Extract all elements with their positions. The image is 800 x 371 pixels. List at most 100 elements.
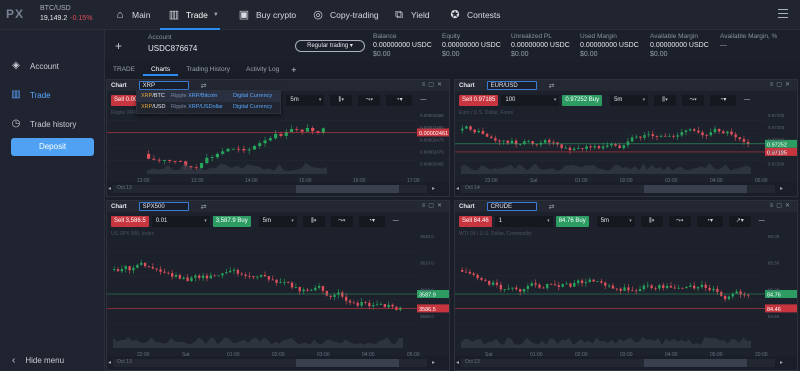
scroll-thumb[interactable]	[296, 185, 400, 193]
quantity-select[interactable]: 1	[494, 215, 553, 227]
deposit-button[interactable]: Deposit	[11, 138, 94, 156]
timeframe-select[interactable]: 5m	[286, 94, 325, 106]
scroll-right-icon[interactable]: ▸	[780, 185, 783, 192]
trading-mode-select[interactable]: Regular trading ▾	[295, 40, 365, 52]
maximize-icon[interactable]: ▢	[776, 82, 785, 88]
tab-trade[interactable]: TRADE	[105, 63, 143, 76]
swap-icon[interactable]: ⇄	[201, 203, 207, 211]
candle-type-icon[interactable]: ⫼▾	[640, 215, 663, 227]
scroll-right-icon[interactable]: ▸	[780, 359, 783, 366]
candle-type-icon[interactable]: ⫼▾	[302, 215, 325, 227]
sell-button[interactable]: Sell 84.46	[459, 215, 492, 227]
buy-button[interactable]: 0.97252 Buy	[562, 94, 603, 106]
hamburger-menu-icon[interactable]	[778, 9, 788, 19]
scroll-thumb[interactable]	[644, 359, 748, 367]
chart-scrollbar[interactable]: ◂ ▸ Oct 13	[107, 182, 449, 196]
add-account-button[interactable]: +	[115, 39, 122, 53]
maximize-icon[interactable]: ▢	[428, 82, 437, 88]
scroll-right-icon[interactable]: ▸	[432, 359, 435, 366]
sell-button[interactable]: Sell 3,586.5	[111, 215, 149, 227]
close-icon[interactable]: ✕	[785, 82, 793, 88]
dropdown-item-xrp-usd[interactable]: XRP/USD Ripple XRP/USDollar Digital Curr…	[137, 102, 280, 113]
minimize-icon[interactable]: —	[744, 97, 750, 103]
candle-type-icon[interactable]: ⫼▾	[330, 94, 353, 106]
timer-icon[interactable]: ◔▾	[386, 94, 413, 106]
swap-icon[interactable]: ⇄	[201, 82, 207, 90]
candle-body	[709, 132, 713, 136]
nav-buy-crypto[interactable]: ▣ Buy crypto	[238, 0, 296, 30]
scroll-right-icon[interactable]: ▸	[432, 185, 435, 192]
tab-trading-history[interactable]: Trading History	[178, 63, 238, 76]
sidebar-item-trade-history[interactable]: ◷ Trade history	[10, 118, 77, 130]
timeframe-select[interactable]: 5m	[610, 94, 649, 106]
timeframe-select[interactable]: 5m	[596, 215, 635, 227]
close-icon[interactable]: ✕	[437, 82, 445, 88]
sidebar-item-trade[interactable]: ▥ Trade	[10, 89, 50, 101]
swap-icon[interactable]: ⇄	[549, 203, 555, 211]
timer-icon[interactable]: ◔▾	[696, 215, 723, 227]
account-id[interactable]: USDC876674	[148, 44, 197, 53]
buy-button[interactable]: 84.76 Buy	[555, 215, 589, 227]
brand-logo[interactable]: PX	[6, 7, 24, 21]
minimize-icon[interactable]: —	[393, 218, 399, 224]
draw-line-icon[interactable]: ↗▾	[728, 215, 751, 227]
candle-body	[209, 275, 212, 279]
y-tick-label: 3620.0	[420, 234, 434, 239]
indicator-icon[interactable]: ⤳▾	[682, 94, 705, 106]
tab-activity-log[interactable]: Activity Log	[238, 63, 287, 76]
close-icon[interactable]: ✕	[785, 203, 793, 209]
dropdown-item-xrp-btc[interactable]: XRP/BTC Ripple XRP/Bitcoin Digital Curre…	[137, 91, 280, 102]
chart-scrollbar[interactable]: ◂ ▸ Oct 14	[455, 182, 797, 196]
maximize-icon[interactable]: ▢	[776, 203, 785, 209]
tab-charts[interactable]: Charts	[143, 63, 179, 76]
candle-body	[491, 282, 495, 285]
swap-icon[interactable]: ⇄	[549, 82, 555, 90]
indicator-icon[interactable]: ⤳▾	[358, 94, 381, 106]
scroll-left-icon[interactable]: ◂	[456, 185, 459, 192]
symbol-input[interactable]: SPX500	[138, 202, 189, 211]
chart-scrollbar[interactable]: ◂ ▸ Oct 13	[455, 356, 797, 370]
chart-scrollbar[interactable]: ◂ ▸ Oct 13	[107, 356, 449, 370]
timer-icon[interactable]: ◔▾	[710, 94, 737, 106]
symbol-input[interactable]: CRUDE	[486, 202, 537, 211]
quantity-select[interactable]: 0.01	[151, 215, 210, 227]
sell-button[interactable]: Sell 0.97185	[459, 94, 499, 106]
buy-button[interactable]: 3,587.9 Buy	[212, 215, 251, 227]
candlestick-chart[interactable]: 84.7684.4686.0085.5085.0084.50Sat 01:00 02…	[455, 228, 797, 358]
candle-type-icon[interactable]: ⫼▾	[654, 94, 677, 106]
nav-contests[interactable]: ✪ Contests	[449, 0, 500, 30]
scroll-left-icon[interactable]: ◂	[108, 185, 111, 192]
nav-copy-trading[interactable]: ◎ Copy-trading	[312, 0, 378, 30]
scroll-thumb[interactable]	[644, 185, 748, 193]
indicator-icon[interactable]: ⤳▾	[668, 215, 691, 227]
symbol-input[interactable]: XRP	[138, 81, 189, 90]
nav-trade-label: Trade	[186, 10, 208, 20]
minimize-icon[interactable]: —	[759, 218, 765, 224]
ticker[interactable]: BTC/USD 19,149.2 -0.15%	[40, 4, 92, 24]
symbol-input[interactable]: EUR/USD	[486, 81, 537, 90]
scroll-left-icon[interactable]: ◂	[456, 359, 459, 366]
maximize-icon[interactable]: ▢	[428, 203, 437, 209]
minimize-icon[interactable]: —	[420, 97, 426, 103]
hide-menu-button[interactable]: ‹ Hide menu	[12, 355, 64, 366]
add-tab-button[interactable]: +	[291, 65, 296, 75]
candlestick-chart[interactable]: 3587.93586.53620.03610.03600.03590.022:0…	[107, 228, 449, 358]
candle-body	[618, 145, 621, 149]
nav-trade[interactable]: ▥ Trade ▼	[168, 0, 219, 30]
nav-main[interactable]: ⌂ Main	[114, 0, 151, 30]
dropdown-symbol: XRP/USD	[141, 102, 171, 113]
timer-icon[interactable]: ◔▾	[358, 215, 385, 227]
close-icon[interactable]: ✕	[437, 203, 445, 209]
scroll-left-icon[interactable]: ◂	[108, 359, 111, 366]
candle-body	[186, 277, 189, 281]
candlestick-chart[interactable]: 0.00002461 0.00002485 0.00002480 0.00002475…	[107, 107, 449, 184]
quantity-select[interactable]: 100	[501, 94, 560, 106]
candlestick-chart[interactable]: 0.972520.971850.974000.973500.973000.972…	[455, 107, 797, 184]
candle-body	[646, 285, 649, 287]
sidebar-item-account[interactable]: ◈ Account	[10, 60, 59, 72]
nav-yield[interactable]: ⧉ Yield	[393, 0, 430, 30]
indicator-icon[interactable]: ⤳▾	[330, 215, 353, 227]
scroll-thumb[interactable]	[296, 359, 400, 367]
timeframe-select[interactable]: 5m	[258, 215, 297, 227]
candle-body	[237, 148, 241, 150]
